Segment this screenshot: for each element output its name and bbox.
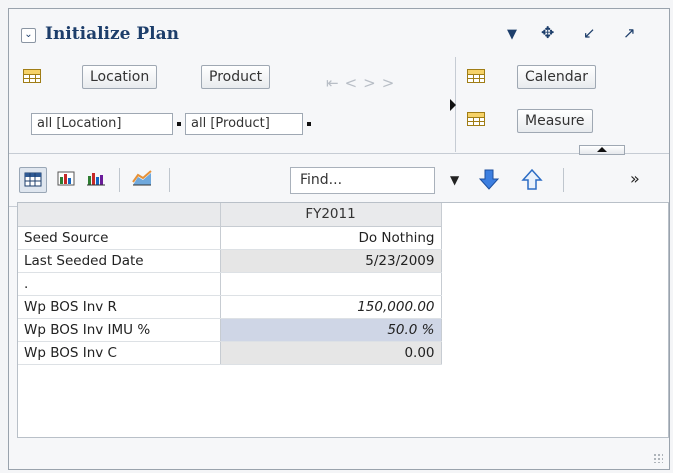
resize-grip-icon[interactable] (653, 453, 663, 463)
table-row: Wp BOS Inv IMU % 50.0 % (18, 318, 442, 342)
row-label: Wp BOS Inv C (18, 341, 221, 365)
corner-cell (18, 203, 221, 227)
arrow-down-icon[interactable] (476, 167, 504, 193)
location-button[interactable]: Location (82, 65, 158, 89)
cell-value[interactable]: Do Nothing (220, 226, 442, 250)
calendar-button[interactable]: Calendar (517, 65, 596, 89)
filter-separator (177, 122, 181, 126)
title-bar: ⌄ Initialize Plan ▼ ✥ ↙ ↗ (9, 9, 669, 57)
product-button[interactable]: Product (201, 65, 271, 89)
dimension-nav-arrows[interactable]: ⇤<>> (326, 74, 400, 92)
location-filter[interactable]: all [Location] (31, 113, 173, 135)
column-header-fy2011[interactable]: FY2011 (220, 203, 442, 227)
table-row: Seed Source Do Nothing (18, 226, 442, 250)
measure-button[interactable]: Measure (517, 109, 593, 133)
row-dimensions-icon (23, 69, 41, 83)
column-dimensions-icon (467, 112, 485, 126)
find-input[interactable]: Find... (290, 167, 435, 194)
toolbar-separator (119, 168, 120, 192)
cell-value[interactable] (220, 272, 442, 296)
toolbar-separator (563, 168, 564, 192)
more-icon[interactable]: » (630, 167, 640, 191)
product-filter[interactable]: all [Product] (185, 113, 303, 135)
grid-view-icon[interactable] (19, 167, 47, 193)
window-title: Initialize Plan (45, 24, 180, 44)
arrow-up-icon[interactable] (519, 167, 547, 193)
table-row: Wp BOS Inv C 0.00 (18, 341, 442, 365)
table-row: . (18, 272, 442, 296)
cell-value: 5/23/2009 (220, 249, 442, 273)
dimension-area: Location Product ⇤<>> all [Location] all… (9, 57, 669, 155)
row-label: Seed Source (18, 226, 221, 250)
row-label: Wp BOS Inv R (18, 295, 221, 319)
find-options-icon[interactable]: ▼ (450, 168, 459, 192)
table-row: Wp BOS Inv R 150,000.00 (18, 295, 442, 319)
plan-window: ⌄ Initialize Plan ▼ ✥ ↙ ↗ Location Produ… (8, 8, 670, 470)
header-row: FY2011 (18, 203, 442, 227)
row-label: Last Seeded Date (18, 249, 221, 273)
move-icon[interactable]: ✥ (541, 23, 554, 43)
column-dimensions-icon (467, 69, 485, 83)
table-row: Last Seeded Date 5/23/2009 (18, 249, 442, 273)
cell-value: 0.00 (220, 341, 442, 365)
area-chart-icon[interactable] (129, 167, 157, 193)
row-label: . (18, 272, 221, 296)
toolbar-separator (169, 168, 170, 192)
menu-down-icon[interactable]: ▼ (507, 25, 517, 45)
toolbar: Find... ▼ » (9, 154, 669, 207)
cell-value[interactable]: 50.0 % (220, 318, 442, 342)
filter-separator (307, 122, 311, 126)
bar-chart-icon[interactable] (83, 167, 111, 193)
chart-icon[interactable] (53, 167, 81, 193)
splitter-arrow-icon[interactable] (450, 99, 456, 111)
row-label: Wp BOS Inv IMU % (18, 318, 221, 342)
cell-value[interactable]: 150,000.00 (220, 295, 442, 319)
collapse-icon[interactable]: ⌄ (21, 28, 36, 43)
minimize-icon[interactable]: ↙ (583, 23, 596, 43)
maximize-icon[interactable]: ↗ (623, 23, 636, 43)
data-grid: FY2011 Seed Source Do Nothing Last Seede… (17, 202, 669, 438)
